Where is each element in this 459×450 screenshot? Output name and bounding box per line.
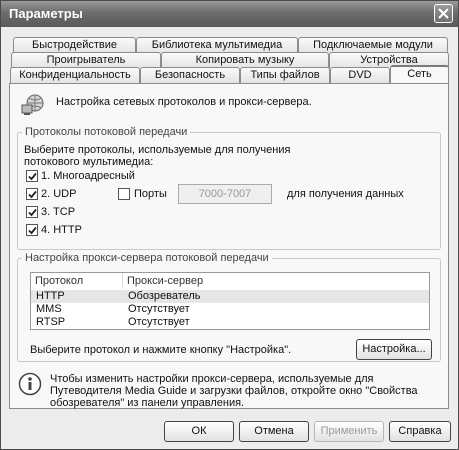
tab-player[interactable]: Проигрыватель bbox=[11, 52, 161, 68]
protocol-tcp-label: 3. TCP bbox=[41, 206, 76, 218]
checkmark-icon bbox=[28, 208, 37, 217]
tab-dvd[interactable]: DVD bbox=[330, 67, 390, 83]
tab-privacy[interactable]: Конфиденциальность bbox=[10, 67, 140, 83]
row-proxy: Обозреватель bbox=[128, 290, 201, 302]
protocol-http-label: 4. HTTP bbox=[41, 224, 82, 236]
cancel-button[interactable]: Отмена bbox=[239, 421, 309, 442]
title-bar[interactable]: Параметры bbox=[1, 1, 458, 27]
checkmark-icon bbox=[28, 226, 37, 235]
protocol-multicast-label: 1. Многоадресный bbox=[41, 170, 135, 182]
ports-label: Порты bbox=[134, 188, 167, 200]
network-icon bbox=[20, 91, 46, 120]
proxy-configure-button[interactable]: Настройка... bbox=[356, 339, 432, 360]
checkbox-tcp[interactable] bbox=[26, 206, 38, 218]
tab-security[interactable]: Безопасность bbox=[140, 67, 240, 83]
tab-file-types[interactable]: Типы файлов bbox=[240, 67, 330, 83]
tab-library[interactable]: Библиотека мультимедиа bbox=[136, 37, 298, 53]
tab-network[interactable]: Сеть bbox=[390, 65, 449, 83]
options-dialog: Параметры Быстродействие Библиотека муль… bbox=[0, 0, 459, 450]
close-button[interactable] bbox=[434, 4, 453, 23]
checkbox-multicast[interactable] bbox=[26, 170, 38, 182]
table-row[interactable]: MMS Отсутствует bbox=[31, 303, 429, 316]
close-icon bbox=[438, 8, 449, 19]
row-protocol: HTTP bbox=[36, 290, 65, 302]
help-button[interactable]: Справка bbox=[389, 421, 451, 442]
network-tab-panel: Настройка сетевых протоколов и прокси-се… bbox=[9, 83, 449, 409]
ports-input[interactable]: 7000-7007 bbox=[178, 184, 272, 204]
ports-suffix: для получения данных bbox=[287, 188, 404, 200]
column-header-protocol[interactable]: Протокол bbox=[31, 273, 123, 289]
column-header-proxy[interactable]: Прокси-сервер bbox=[123, 273, 429, 289]
table-row[interactable]: HTTP Обозреватель bbox=[31, 290, 429, 303]
ok-button[interactable]: ОК bbox=[164, 421, 234, 442]
network-header-text: Настройка сетевых протоколов и прокси-се… bbox=[56, 96, 312, 108]
row-proxy: Отсутствует bbox=[128, 316, 190, 328]
checkbox-udp[interactable] bbox=[26, 188, 38, 200]
info-text: Чтобы изменить настройки прокси-сервера,… bbox=[50, 373, 418, 409]
checkbox-ports[interactable] bbox=[118, 188, 130, 200]
checkmark-icon bbox=[28, 190, 37, 199]
tab-plugins[interactable]: Подключаемые модули bbox=[298, 37, 448, 53]
row-protocol: MMS bbox=[36, 303, 62, 315]
table-row[interactable]: RTSP Отсутствует bbox=[31, 316, 429, 329]
checkmark-icon bbox=[28, 172, 37, 181]
proxy-settings-legend: Настройка прокси-сервера потоковой перед… bbox=[22, 252, 272, 264]
row-protocol: RTSP bbox=[36, 316, 66, 328]
row-proxy: Отсутствует bbox=[128, 303, 190, 315]
proxy-protocol-list[interactable]: Протокол Прокси-сервер HTTP Обозреватель… bbox=[30, 272, 430, 330]
info-icon bbox=[18, 372, 42, 399]
tab-performance[interactable]: Быстродействие bbox=[13, 37, 136, 53]
window-title: Параметры bbox=[9, 6, 83, 21]
tab-rip-music[interactable]: Копировать музыку bbox=[161, 52, 329, 68]
checkbox-http[interactable] bbox=[26, 224, 38, 236]
protocol-udp-label: 2. UDP bbox=[41, 188, 77, 200]
streaming-protocols-legend: Протоколы потоковой передачи bbox=[22, 126, 191, 138]
proxy-hint: Выберите протокол и нажмите кнопку "Наст… bbox=[30, 344, 292, 356]
streaming-description: Выберите протоколы, используемые для пол… bbox=[24, 144, 291, 168]
apply-button[interactable]: Применить bbox=[314, 421, 384, 442]
